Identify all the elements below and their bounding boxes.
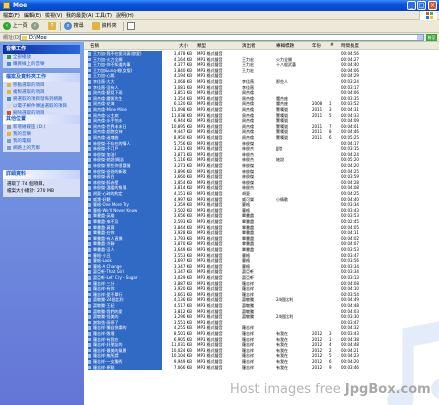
column-header: 名稱 大小 類型 演出者 專輯標題 年份 # 時間長度	[84, 42, 439, 50]
address-bar: 網址(D) D:\Moe 移至	[0, 33, 439, 42]
column-album[interactable]: 專輯標題	[276, 43, 294, 49]
watermark-prefix: Host images free	[230, 382, 341, 397]
watermark-brand: JpgBox.com	[344, 382, 431, 397]
windows-logo-icon	[419, 11, 437, 20]
file-track: 9	[329, 364, 332, 370]
task-copy[interactable]: 複製選取的項目	[3, 89, 80, 96]
column-type[interactable]: 類型	[197, 43, 206, 49]
task-publish[interactable]: 將選取的項目發佈到網路	[3, 96, 80, 103]
forward-arrow-icon: ›	[31, 22, 39, 30]
drive-icon	[7, 124, 11, 129]
details-panel: 詳細資料 選取了 74 個項目。 檔案大小總計: 270 MB	[3, 170, 80, 197]
menu-bar: 檔案(F) 編輯(E) 檢視(V) 我的最愛(A) 工具(T) 說明(H)	[0, 11, 439, 20]
explorer-window: Moe _ □ × 檔案(F) 編輯(E) 檢視(V) 我的最愛(A) 工具(T…	[0, 0, 439, 405]
folders-label: 資料夾	[101, 23, 117, 29]
place-my-computer[interactable]: 我的電腦	[3, 138, 80, 145]
menu-help[interactable]: 說明(H)	[116, 12, 134, 19]
file-row[interactable]: 羅志祥-原點 7,066 KB MP3 格式聲音 羅志祥 有我在 2012 9 00:03:4…	[84, 364, 439, 371]
column-duration[interactable]: 時間長度	[341, 43, 359, 49]
search-button[interactable]: ⌕ 搜尋	[64, 22, 84, 31]
minimize-button[interactable]: _	[407, 1, 416, 10]
maximize-button[interactable]: □	[417, 1, 426, 10]
address-label: 網址(D)	[3, 35, 21, 41]
folders-button[interactable]: 資料夾	[92, 22, 117, 31]
column-artist[interactable]: 演出者	[242, 43, 256, 49]
file-type: MP3 格式聲音	[197, 364, 223, 370]
network-icon	[7, 145, 11, 150]
place-network[interactable]: 網路上的芳鄰	[3, 145, 80, 152]
menu-file[interactable]: 檔案(F)	[3, 12, 20, 19]
task-pane: 音樂工作 全部播放 購買線上的音樂 檔案及資料夾工作 移動選取的項目 複製選取的…	[0, 42, 84, 405]
window-title: Moe	[13, 2, 28, 9]
file-name: 羅志祥-原點	[88, 364, 162, 371]
search-icon: ⌕	[64, 22, 72, 30]
back-arrow-icon: ‹	[3, 22, 11, 30]
delete-icon	[7, 110, 11, 115]
place-drive-d[interactable]: 新增磁碟區 (D:)	[3, 124, 80, 131]
close-button[interactable]: ×	[428, 1, 437, 10]
column-size[interactable]: 大小	[179, 43, 188, 49]
publish-icon	[7, 96, 11, 101]
music-tasks-panel: 音樂工作 全部播放 購買線上的音樂	[3, 45, 80, 68]
forward-button[interactable]: ›	[31, 22, 39, 31]
task-buy-music[interactable]: 購買線上的音樂	[3, 61, 80, 68]
title-bar[interactable]: Moe _ □ ×	[0, 0, 439, 11]
address-path: D:\Moe	[29, 35, 47, 41]
place-my-music[interactable]: 我的音樂	[3, 131, 80, 138]
back-button[interactable]: ‹ 上一頁	[3, 22, 28, 31]
chevron-down-icon[interactable]	[417, 35, 423, 40]
details-title[interactable]: 詳細資料	[3, 170, 80, 179]
details-size: 檔案大小總計: 270 MB	[7, 189, 54, 194]
file-album: 有我在	[276, 364, 288, 370]
other-places-panel: 其他位置 新增磁碟區 (D:) 我的音樂 我的電腦 網路上的芳鄰	[3, 115, 80, 152]
move-icon	[7, 82, 11, 87]
up-folder-icon: ↑	[48, 22, 56, 30]
column-track[interactable]: #	[330, 43, 334, 48]
file-artist: 羅志祥	[242, 364, 254, 370]
email-icon	[7, 103, 11, 108]
folder-icon	[22, 36, 27, 40]
go-button[interactable]: 移至	[426, 34, 437, 41]
menu-edit[interactable]: 編輯(E)	[24, 12, 41, 19]
search-label: 搜尋	[73, 23, 84, 29]
column-year[interactable]: 年份	[312, 43, 321, 49]
file-tasks-panel: 檔案及資料夾工作 移動選取的項目 複製選取的項目 將選取的項目發佈到網路 以電子…	[3, 73, 80, 117]
music-folder-icon	[7, 131, 11, 136]
menu-view[interactable]: 檢視(V)	[45, 12, 62, 19]
column-name[interactable]: 名稱	[90, 43, 99, 49]
folder-icon	[3, 2, 10, 9]
file-size: 7,066 KB	[173, 364, 192, 370]
task-email[interactable]: 以電子郵件傳送選取的項目	[3, 103, 80, 110]
task-play-all[interactable]: 全部播放	[3, 54, 80, 61]
back-label: 上一頁	[12, 23, 28, 29]
up-folder-button[interactable]: ↑	[48, 22, 56, 31]
address-input[interactable]: D:\Moe	[20, 34, 424, 41]
views-icon	[127, 22, 135, 30]
folders-icon	[92, 22, 100, 30]
copy-icon	[7, 89, 11, 94]
views-button[interactable]	[127, 22, 135, 31]
watermark: Host images free JpgBox.com	[230, 382, 439, 405]
file-year: 2012	[312, 364, 323, 370]
details-selection: 選取了 74 個項目。	[7, 182, 48, 187]
music-tasks-title[interactable]: 音樂工作	[3, 45, 80, 54]
task-move[interactable]: 移動選取的項目	[3, 82, 80, 89]
globe-icon	[7, 61, 11, 66]
file-list[interactable]: 名稱 大小 類型 演出者 專輯標題 年份 # 時間長度 王力加-我不在愛河裏(戀…	[84, 42, 439, 405]
other-places-title[interactable]: 其他位置	[3, 115, 80, 124]
computer-icon	[7, 138, 11, 143]
file-tasks-title[interactable]: 檔案及資料夾工作	[3, 73, 80, 82]
file-duration: 00:03:46	[341, 364, 359, 370]
menu-tools[interactable]: 工具(T)	[95, 12, 112, 19]
menu-favorites[interactable]: 我的最愛(A)	[66, 12, 93, 19]
toolbar: ‹ 上一頁 › ↑ ⌕ 搜尋 資料夾	[0, 20, 439, 33]
play-icon	[7, 54, 11, 59]
